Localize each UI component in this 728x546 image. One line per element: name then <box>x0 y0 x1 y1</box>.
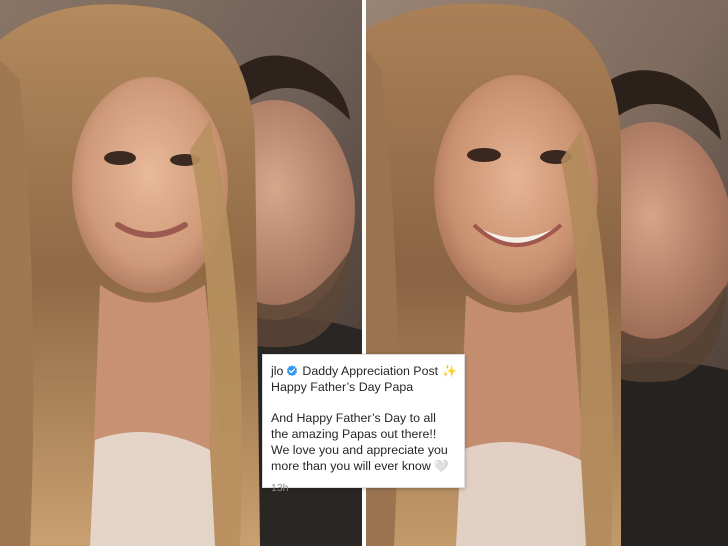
white-heart-icon: 🤍 <box>433 459 449 473</box>
instagram-caption-card: jlo Daddy Appreciation Post ✨ Happy Fath… <box>262 354 465 494</box>
screenshot-canvas: jlo Daddy Appreciation Post ✨ Happy Fath… <box>0 0 728 546</box>
caption-line2: Happy Father’s Day Papa <box>271 380 414 394</box>
caption-header: jlo Daddy Appreciation Post ✨ <box>271 363 458 379</box>
caption-timestamp: 13h <box>271 482 289 494</box>
caption-body: And Happy Father’s Day to all the amazin… <box>271 410 456 474</box>
caption-title: Daddy Appreciation Post <box>302 364 439 378</box>
caption-username[interactable]: jlo <box>271 363 283 379</box>
sparkle-icon: ✨ <box>442 364 458 378</box>
verified-badge-icon <box>286 365 298 377</box>
caption-body-text: And Happy Father’s Day to all the amazin… <box>271 411 448 473</box>
